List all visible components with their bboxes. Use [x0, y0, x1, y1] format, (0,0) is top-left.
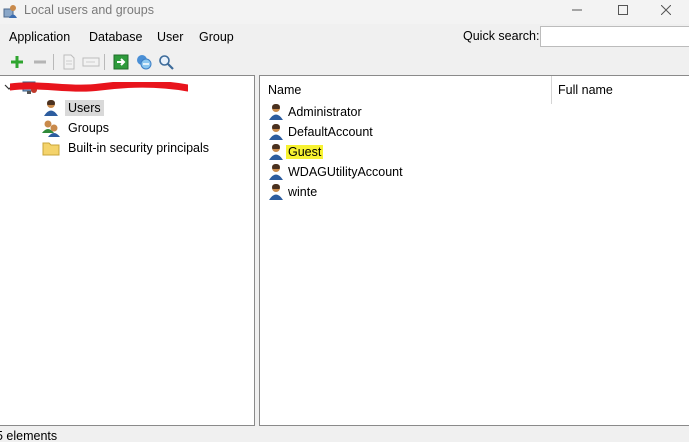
user-icon [269, 144, 283, 160]
title-bar: Local users and groups [0, 0, 689, 24]
quick-search-input[interactable] [540, 26, 689, 47]
app-icon [3, 3, 19, 19]
menu-bar: Application Database User Group Quick se… [0, 24, 689, 50]
toolbar-separator [53, 54, 54, 70]
tree-item-builtin-principals[interactable]: Built-in security principals [41, 138, 212, 158]
search-icon [159, 55, 174, 70]
remove-button[interactable] [31, 53, 49, 71]
tree-item-groups[interactable]: Groups [41, 118, 112, 138]
column-divider[interactable] [551, 76, 552, 104]
toolbar [0, 50, 689, 74]
menu-user[interactable]: User [157, 30, 183, 44]
maximize-button[interactable] [600, 0, 646, 20]
column-header-name[interactable]: Name [268, 76, 548, 104]
user-icon [269, 124, 283, 140]
user-icon [41, 99, 61, 117]
column-header-label: Name [268, 83, 302, 97]
properties-icon [63, 54, 75, 70]
user-row[interactable]: Administrator [268, 102, 364, 122]
user-row[interactable]: DefaultAccount [268, 122, 375, 142]
export-button[interactable] [112, 53, 130, 71]
tree-item-users[interactable]: Users [41, 98, 104, 118]
add-button[interactable] [8, 53, 26, 71]
export-icon [113, 54, 129, 70]
column-header-full-name[interactable]: Full name [558, 76, 688, 104]
user-row[interactable]: Guest [268, 142, 324, 162]
user-row[interactable]: winte [268, 182, 319, 202]
close-icon [661, 5, 671, 15]
user-list-pane: Name Full name Administrator DefaultAcco… [259, 75, 689, 426]
refresh-button[interactable] [135, 53, 153, 71]
user-name: winte [288, 185, 318, 199]
add-icon [11, 56, 23, 68]
status-bar: 5 elements [0, 426, 689, 442]
user-row[interactable]: WDAGUtilityAccount [268, 162, 405, 182]
window-title: Local users and groups [24, 3, 154, 17]
rename-icon [82, 57, 100, 67]
minimize-icon [572, 9, 582, 11]
quick-search-label: Quick search: [463, 29, 540, 43]
menu-group[interactable]: Group [199, 30, 234, 44]
maximize-icon [618, 5, 628, 15]
tree-item-label: Users [65, 100, 104, 116]
tree-item-label: Built-in security principals [68, 141, 210, 155]
toolbar-separator [104, 54, 105, 70]
menu-application[interactable]: Application [9, 30, 70, 44]
refresh-icon [137, 55, 152, 70]
remove-icon [34, 60, 46, 64]
tree-item-label: Groups [68, 121, 109, 135]
redaction-mark [10, 82, 188, 92]
folder-icon [41, 139, 61, 157]
tree-pane: Users Groups Built-in security principal… [0, 75, 255, 426]
properties-button[interactable] [60, 53, 78, 71]
column-header-label: Full name [558, 83, 613, 97]
user-name: Administrator [288, 105, 362, 119]
user-name: Guest [286, 145, 324, 159]
search-button[interactable] [157, 53, 175, 71]
user-icon [269, 104, 283, 120]
group-icon [41, 119, 61, 137]
menu-database[interactable]: Database [89, 30, 143, 44]
user-name: WDAGUtilityAccount [288, 165, 403, 179]
status-count: 5 elements [0, 429, 58, 442]
close-button[interactable] [643, 0, 689, 20]
user-icon [269, 164, 283, 180]
rename-button[interactable] [82, 53, 100, 71]
user-icon [269, 184, 283, 200]
minimize-button[interactable] [554, 0, 600, 20]
user-name: DefaultAccount [288, 125, 373, 139]
